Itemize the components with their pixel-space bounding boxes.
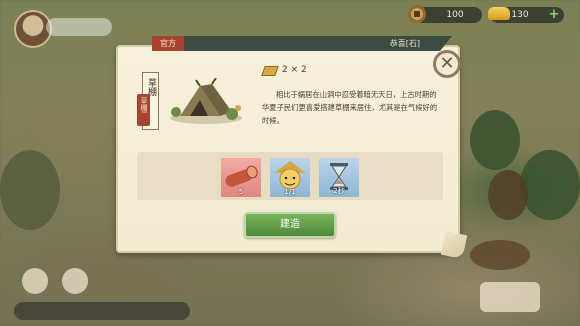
building-description: 相比于蜗居在山洞中忍受着暗无天日，上古时期的华夏子民们更喜爱搭建草棚来居住，尤其…: [262, 90, 438, 125]
menu-icon[interactable]: [480, 282, 540, 312]
category-badge-text: 草棚I: [140, 97, 148, 114]
add-gold-button[interactable]: +: [546, 7, 562, 23]
material-card-time[interactable]: 2秒: [317, 156, 361, 199]
close-button[interactable]: ✕: [433, 50, 461, 78]
wood-qty: 5: [238, 188, 244, 196]
gold-ingot-icon: [488, 7, 510, 20]
close-icon: ✕: [439, 53, 455, 74]
player-name-bar: [46, 18, 112, 36]
copper-coin-icon: [408, 5, 426, 23]
worker-qty: 1/1: [284, 188, 296, 196]
land-size: 2 × 2: [282, 65, 307, 75]
material-card-wood[interactable]: 5: [219, 156, 263, 199]
material-card-worker[interactable]: 1/1: [268, 156, 312, 199]
build-button[interactable]: 建造: [244, 212, 336, 238]
category-badge: 草棚I: [137, 94, 150, 126]
menu-icon[interactable]: [22, 268, 48, 294]
credit-text: 恭喜[石]: [389, 39, 420, 48]
menu-icon[interactable]: [62, 268, 88, 294]
chat-bar[interactable]: [14, 302, 190, 320]
time-qty: 2秒: [333, 187, 345, 195]
source-tag: 官方: [152, 36, 184, 51]
thatched-hut-image: [170, 78, 242, 124]
